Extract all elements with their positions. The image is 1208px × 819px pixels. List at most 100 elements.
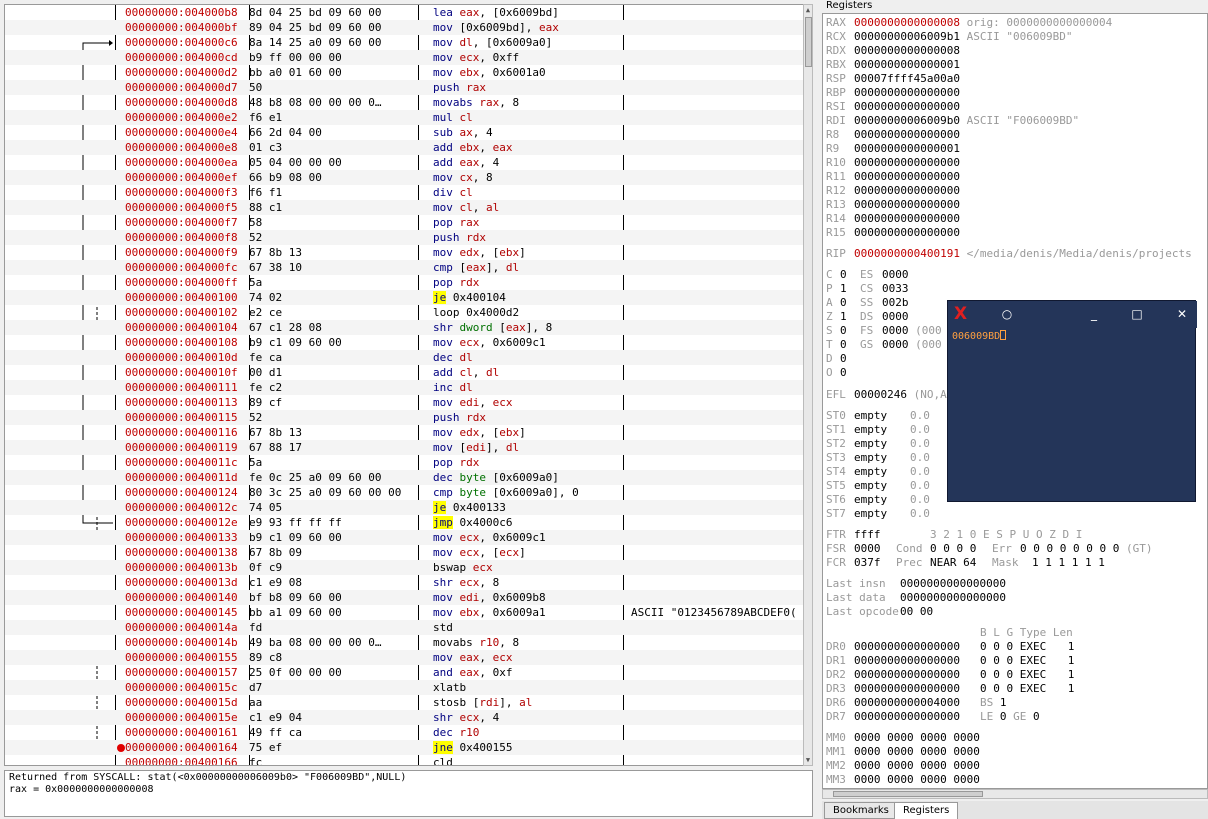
flag-row[interactable]: S 0 FS 0000 (000	[826, 324, 942, 338]
disasm-row[interactable]: 00000000:0040014a fd std	[5, 620, 803, 635]
pin-icon[interactable]: ○	[1000, 307, 1014, 321]
disasm-row[interactable]: 00000000:00400119 67 88 17 mov [edi], dl	[5, 440, 803, 455]
disasm-row[interactable]: 00000000:004000b8 8d 04 25 bd 09 60 00 lea…	[5, 5, 803, 20]
register-row[interactable]: RSI 0000000000000000	[826, 100, 960, 114]
mmx-row[interactable]: MM1 0000 0000 0000 0000	[826, 745, 980, 759]
disasm-row[interactable]: 00000000:0040011c 5a pop rdx	[5, 455, 803, 470]
disasm-row[interactable]: 00000000:00400157 25 0f 00 00 00 and eax, …	[5, 665, 803, 680]
disasm-row[interactable]: 00000000:004000f3 f6 f1 div cl	[5, 185, 803, 200]
register-row[interactable]: DR1 0000000000000000 0 0 0 EXEC 1	[826, 654, 1074, 668]
register-row[interactable]: FSR 0000 Cond 0 0 0 0 Err 0 0 0 0 0 0 0 0 (GT…	[826, 542, 1152, 556]
disasm-row[interactable]: 00000000:004000d2 bb a0 01 60 00 mov ebx, …	[5, 65, 803, 80]
scroll-up-icon[interactable]: ▲	[804, 5, 812, 15]
disasm-row[interactable]: 00000000:00400104 67 c1 28 08 shr dword [e…	[5, 320, 803, 335]
scrollbar-thumb[interactable]	[805, 17, 812, 67]
register-row[interactable]: R8 0000000000000000	[826, 128, 960, 142]
fpu-row[interactable]: ST2 empty 0.0	[826, 437, 930, 451]
register-row[interactable]: R9 0000000000000001	[826, 142, 960, 156]
scrollbar-thumb[interactable]	[833, 791, 983, 797]
breakpoint-icon[interactable]	[117, 744, 125, 752]
flag-row[interactable]: P 1 CS 0033	[826, 282, 909, 296]
disasm-row[interactable]: 00000000:004000e4 66 2d 04 00 sub ax, 4	[5, 125, 803, 140]
tab-registers[interactable]: Registers	[894, 802, 959, 819]
register-row[interactable]: RDI 00000000006009b0 ASCII "F006009BD"	[826, 114, 1079, 128]
disasm-row[interactable]: 00000000:004000cd b9 ff 00 00 00 mov ecx, …	[5, 50, 803, 65]
disasm-row[interactable]: 00000000:00400133 b9 c1 09 60 00 mov ecx, …	[5, 530, 803, 545]
disasm-row[interactable]: 00000000:0040010d fe ca dec dl	[5, 350, 803, 365]
disasm-row[interactable]: 00000000:0040011d fe 0c 25 a0 09 60 00 dec…	[5, 470, 803, 485]
disasm-row[interactable]: 00000000:004000ea 05 04 00 00 00 add eax, …	[5, 155, 803, 170]
register-row[interactable]: R11 0000000000000000	[826, 170, 960, 184]
register-row[interactable]: EFL 00000246 (NO,A	[826, 388, 947, 402]
disasm-row[interactable]: 00000000:00400111 fe c2 inc dl	[5, 380, 803, 395]
disasm-row[interactable]: 00000000:0040015d aa stosb [rdi], al	[5, 695, 803, 710]
disassembly-scrollbar[interactable]: ▲ ▼	[803, 4, 813, 766]
disasm-row[interactable]: 00000000:0040013d c1 e9 08 shr ecx, 8	[5, 575, 803, 590]
register-row[interactable]: DR6 0000000000004000 BS 1	[826, 696, 1007, 710]
terminal-window[interactable]: X ○ _ □ ✕ 006009BD	[947, 300, 1197, 502]
disassembly-view[interactable]: 00000000:004000b8 8d 04 25 bd 09 60 00 lea…	[4, 4, 804, 766]
disasm-row[interactable]: 00000000:004000f9 67 8b 13 mov edx, [ebx]	[5, 245, 803, 260]
flag-row[interactable]: D0	[826, 352, 860, 366]
mmx-row[interactable]: MM0 0000 0000 0000 0000	[826, 731, 980, 745]
disasm-row[interactable]: 00000000:00400155 89 c8 mov eax, ecx	[5, 650, 803, 665]
close-button[interactable]: ✕	[1175, 307, 1189, 321]
disasm-row[interactable]: 00000000:00400161 49 ff ca dec r10	[5, 725, 803, 740]
fpu-row[interactable]: ST4 empty 0.0	[826, 465, 930, 479]
fpu-row[interactable]: ST0 empty 0.0	[826, 409, 930, 423]
disasm-row[interactable]: 00000000:004000fc 67 38 10 cmp [eax], dl	[5, 260, 803, 275]
last-row[interactable]: Last data 0000000000000000	[826, 591, 1006, 605]
register-row[interactable]: R12 0000000000000000	[826, 184, 960, 198]
fpu-row[interactable]: ST6 empty 0.0	[826, 493, 930, 507]
minimize-button[interactable]: _	[1087, 307, 1101, 321]
disasm-row[interactable]: 00000000:004000c6 8a 14 25 a0 09 60 00 mov…	[5, 35, 803, 50]
mmx-row[interactable]: MM2 0000 0000 0000 0000	[826, 759, 980, 773]
register-row[interactable]: DR2 0000000000000000 0 0 0 EXEC 1	[826, 668, 1074, 682]
flag-row[interactable]: O0	[826, 366, 860, 380]
disasm-row[interactable]: 00000000:004000f7 58 pop rax	[5, 215, 803, 230]
scroll-down-icon[interactable]: ▼	[804, 755, 812, 765]
disasm-row[interactable]: 00000000:00400100 74 02 je 0x400104	[5, 290, 803, 305]
register-row[interactable]: DR7 0000000000000000 LE 0 GE 0	[826, 710, 1040, 724]
register-row[interactable]: RDX 0000000000000008	[826, 44, 960, 58]
terminal-titlebar[interactable]: X ○ _ □ ✕	[948, 301, 1197, 328]
disasm-row[interactable]: 00000000:00400116 67 8b 13 mov edx, [ebx]	[5, 425, 803, 440]
disasm-row[interactable]: 00000000:0040012c 74 05 je 0x400133	[5, 500, 803, 515]
fpu-row[interactable]: ST1 empty 0.0	[826, 423, 930, 437]
register-row[interactable]: R10 0000000000000000	[826, 156, 960, 170]
register-row[interactable]: RBX 0000000000000001	[826, 58, 960, 72]
disasm-row[interactable]: 00000000:004000d7 50 push rax	[5, 80, 803, 95]
disasm-row[interactable]: 00000000:00400166 fc cld	[5, 755, 803, 765]
disasm-row[interactable]: 00000000:0040013b 0f c9 bswap ecx	[5, 560, 803, 575]
register-row[interactable]: RIP 0000000000400191 </media/denis/Media/…	[826, 247, 1192, 261]
registers-hscrollbar[interactable]	[822, 789, 1208, 799]
disasm-row[interactable]: 00000000:004000d8 48 b8 08 00 00 00 0… mov…	[5, 95, 803, 110]
fpu-row[interactable]: ST5 empty 0.0	[826, 479, 930, 493]
fpu-header-row[interactable]: ffff 3 2 1 0 E S P U O Z D I	[826, 528, 1082, 542]
register-row[interactable]: RBP 0000000000000000	[826, 86, 960, 100]
disasm-row[interactable]: 00000000:00400108 b9 c1 09 60 00 mov ecx, …	[5, 335, 803, 350]
disasm-row[interactable]: 00000000:004000e2 f6 e1 mul cl	[5, 110, 803, 125]
disasm-row[interactable]: 00000000:004000ef 66 b9 08 00 mov cx, 8	[5, 170, 803, 185]
fpu-row[interactable]: ST7 empty 0.0	[826, 507, 930, 521]
disasm-row[interactable]: 00000000:00400124 80 3c 25 a0 09 60 00 00…	[5, 485, 803, 500]
register-row[interactable]: RAX 0000000000000008 orig: 00000000000000…	[826, 16, 1112, 30]
disasm-row[interactable]: 00000000:004000f5 88 c1 mov cl, al	[5, 200, 803, 215]
register-row[interactable]: R15 0000000000000000	[826, 226, 960, 240]
disasm-row[interactable]: 00000000:0040010f 00 d1 add cl, dl	[5, 365, 803, 380]
tab-bookmarks[interactable]: Bookmarks	[824, 802, 898, 819]
register-row[interactable]: R13 0000000000000000	[826, 198, 960, 212]
disasm-row[interactable]: 00000000:0040014b 49 ba 08 00 00 00 0… mov…	[5, 635, 803, 650]
disasm-row[interactable]: 00000000:0040015c d7 xlatb	[5, 680, 803, 695]
disasm-row[interactable]: 00000000:00400102 e2 ce loop 0x4000d2	[5, 305, 803, 320]
disasm-row[interactable]: 00000000:00400145 bb a1 09 60 00 mov ebx, …	[5, 605, 803, 620]
mmx-row[interactable]: MM3 0000 0000 0000 0000	[826, 773, 980, 787]
register-row[interactable]: R14 0000000000000000	[826, 212, 960, 226]
disasm-row[interactable]: 00000000:004000bf 89 04 25 bd 09 60 00 mov…	[5, 20, 803, 35]
disasm-row[interactable]: 00000000:00400138 67 8b 09 mov ecx, [ecx]	[5, 545, 803, 560]
disasm-row[interactable]: 00000000:00400113 89 cf mov edi, ecx	[5, 395, 803, 410]
register-row[interactable]: RCX 00000000006009b1 ASCII "006009BD"	[826, 30, 1073, 44]
flag-row[interactable]: Z 1 DS 0000	[826, 310, 909, 324]
register-row[interactable]: DR0 0000000000000000 0 0 0 EXEC 1	[826, 640, 1074, 654]
dr-header-row[interactable]: B L G Type Len	[826, 626, 1073, 640]
